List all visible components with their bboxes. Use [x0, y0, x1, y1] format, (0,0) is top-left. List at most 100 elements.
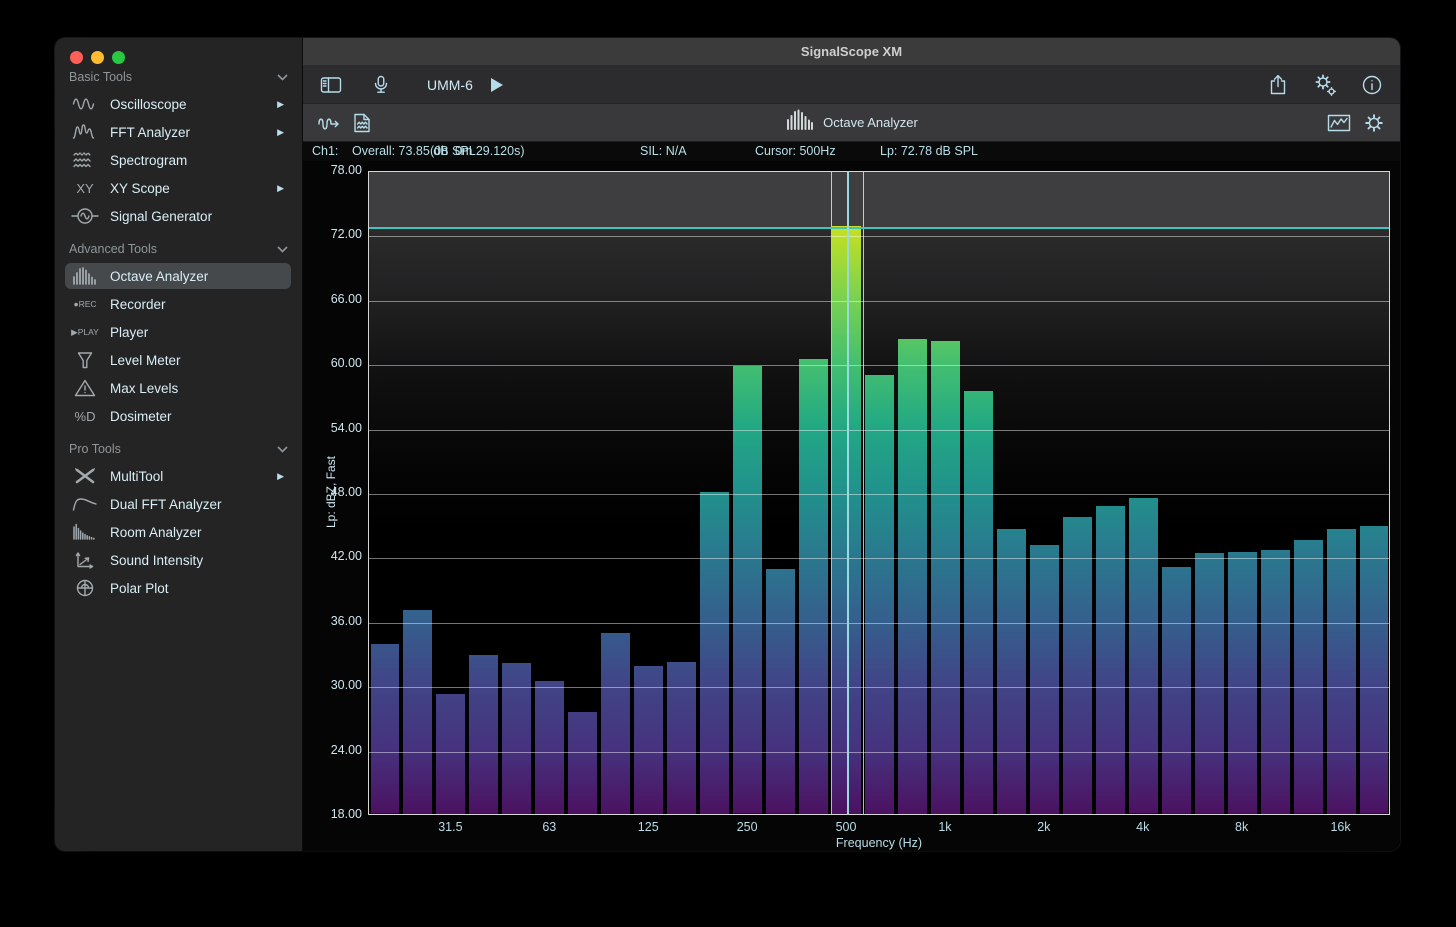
octave-bar-16k[interactable]	[1327, 529, 1356, 815]
octave-bar-25[interactable]	[403, 610, 432, 814]
info-icon[interactable]	[1360, 73, 1384, 97]
oscilloscope-icon	[68, 93, 102, 115]
section-header-pro-tools[interactable]: Pro Tools	[55, 438, 302, 460]
status-bar: Ch1: Overall: 73.85 dB SPL (0h 0m 29.120…	[303, 142, 1400, 161]
input-device-label[interactable]: UMM-6	[427, 77, 473, 93]
sidebar-item-signal-generator[interactable]: Signal Generator	[55, 202, 302, 230]
play-button[interactable]	[489, 77, 505, 93]
octave-bar-250[interactable]	[733, 366, 762, 814]
chart-area: Lp: dBZ, Fast 78.0072.0066.0060.0054.004…	[303, 161, 1400, 851]
sidebar-item-room-analyzer[interactable]: Room Analyzer	[55, 518, 302, 546]
sidebar-item-sound-intensity[interactable]: Sound Intensity	[55, 546, 302, 574]
sidebar-item-spectrogram[interactable]: Spectrogram	[55, 146, 302, 174]
octave-bar-4k[interactable]	[1129, 498, 1158, 814]
sidebar-item-label: Polar Plot	[110, 581, 169, 596]
sidebar-toggle-icon[interactable]	[319, 73, 343, 97]
data-file-icon[interactable]	[351, 111, 373, 135]
section-label: Basic Tools	[69, 70, 132, 84]
submenu-arrow-icon: ▶	[277, 99, 284, 110]
octave-bar-200[interactable]	[700, 492, 729, 814]
sidebar-item-label: Recorder	[110, 297, 166, 312]
sidebar-item-label: Max Levels	[110, 381, 178, 396]
octave-bar-63[interactable]	[535, 681, 564, 814]
octave-bar-40[interactable]	[469, 655, 498, 814]
x-tick-250: 250	[737, 820, 758, 834]
section-header-basic-tools[interactable]: Basic Tools	[55, 66, 302, 88]
octave-bar-8k[interactable]	[1228, 552, 1257, 814]
octave-bar-12.5k[interactable]	[1294, 540, 1323, 814]
octave-bar-5k[interactable]	[1162, 567, 1191, 814]
window-titlebar: SignalScope XM	[303, 38, 1400, 66]
section-label: Advanced Tools	[69, 242, 157, 256]
settings-gears-icon[interactable]	[1312, 72, 1338, 98]
sidebar-item-label: Dosimeter	[110, 409, 172, 424]
gridline-54dB	[369, 430, 1389, 431]
section-header-advanced-tools[interactable]: Advanced Tools	[55, 238, 302, 260]
octave-bar-1.25k[interactable]	[964, 391, 993, 814]
sidebar-item-player[interactable]: ▶PLAYPlayer	[55, 318, 302, 346]
sidebar-item-label: XY Scope	[110, 181, 170, 196]
sidebar-item-octave-analyzer[interactable]: Octave Analyzer	[55, 262, 302, 290]
window-title: SignalScope XM	[801, 44, 902, 59]
sound-intensity-icon	[68, 549, 102, 571]
frequency-cursor-line[interactable]	[847, 172, 849, 814]
y-tick-24.00: 24.00	[314, 743, 362, 757]
sidebar-item-label: Sound Intensity	[110, 553, 203, 568]
status-sil: SIL: N/A	[640, 144, 687, 158]
y-tick-60.00: 60.00	[314, 356, 362, 370]
recorder-icon: ●REC	[68, 293, 102, 315]
minimize-window-button[interactable]	[91, 51, 104, 64]
sidebar-item-xy-scope[interactable]: XYXY Scope▶	[55, 174, 302, 202]
sidebar-item-dosimeter[interactable]: %DDosimeter	[55, 402, 302, 430]
app-window: Basic Tools Oscilloscope▶FFT Analyzer▶Spe…	[55, 38, 1400, 851]
octave-bars-icon	[785, 109, 813, 136]
octave-bar-160[interactable]	[667, 662, 696, 814]
octave-bar-10k[interactable]	[1261, 550, 1290, 814]
share-icon[interactable]	[1266, 73, 1290, 97]
sidebar-item-multitool[interactable]: MultiTool▶	[55, 462, 302, 490]
octave-bar-20k[interactable]	[1360, 526, 1389, 814]
sidebar-item-oscilloscope[interactable]: Oscilloscope▶	[55, 90, 302, 118]
display-options-icon[interactable]	[1326, 111, 1352, 135]
sidebar-item-label: Signal Generator	[110, 209, 212, 224]
section-label: Pro Tools	[69, 442, 121, 456]
zoom-window-button[interactable]	[112, 51, 125, 64]
octave-bar-1k[interactable]	[931, 341, 960, 814]
tool-settings-gear-icon[interactable]	[1362, 111, 1386, 135]
octave-bar-400[interactable]	[799, 359, 828, 814]
sidebar-item-fft-analyzer[interactable]: FFT Analyzer▶	[55, 118, 302, 146]
octave-bar-3.15k[interactable]	[1096, 506, 1125, 814]
signal-source-icon[interactable]	[317, 111, 341, 135]
cursor-band-edge-left	[831, 172, 832, 814]
octave-bar-80[interactable]	[568, 712, 597, 814]
octave-bar-2k[interactable]	[1030, 545, 1059, 814]
x-tick-31.5: 31.5	[438, 820, 462, 834]
octave-bar-315[interactable]	[766, 569, 795, 814]
octave-bar-50[interactable]	[502, 663, 531, 814]
sidebar-item-label: Room Analyzer	[110, 525, 202, 540]
cursor-band-edge-right	[863, 172, 864, 814]
octave-bar-6.3k[interactable]	[1195, 553, 1224, 814]
octave-bar-630[interactable]	[865, 375, 894, 814]
sidebar-item-polar-plot[interactable]: Polar Plot	[55, 574, 302, 602]
submenu-arrow-icon: ▶	[277, 183, 284, 194]
tool-header: Octave Analyzer	[303, 104, 1400, 142]
sidebar-item-label: Level Meter	[110, 353, 181, 368]
octave-bar-2.5k[interactable]	[1063, 517, 1092, 814]
x-tick-8k: 8k	[1235, 820, 1248, 834]
sidebar-item-max-levels[interactable]: Max Levels	[55, 374, 302, 402]
sidebar-item-level-meter[interactable]: Level Meter	[55, 346, 302, 374]
octave-bar-100[interactable]	[601, 633, 630, 814]
y-tick-66.00: 66.00	[314, 292, 362, 306]
sidebar-item-recorder[interactable]: ●REC Recorder	[55, 290, 302, 318]
octave-bar-20[interactable]	[371, 644, 400, 814]
microphone-icon[interactable]	[369, 73, 393, 97]
octave-bar-31.5[interactable]	[436, 694, 465, 814]
sidebar-item-dual-fft-analyzer[interactable]: Dual FFT Analyzer	[55, 490, 302, 518]
octave-bar-800[interactable]	[898, 339, 927, 814]
gridline-36dB	[369, 623, 1389, 624]
x-tick-500: 500	[836, 820, 857, 834]
close-window-button[interactable]	[70, 51, 83, 64]
octave-bar-1.6k[interactable]	[997, 529, 1026, 815]
status-lp: Lp: 72.78 dB SPL	[880, 144, 978, 158]
